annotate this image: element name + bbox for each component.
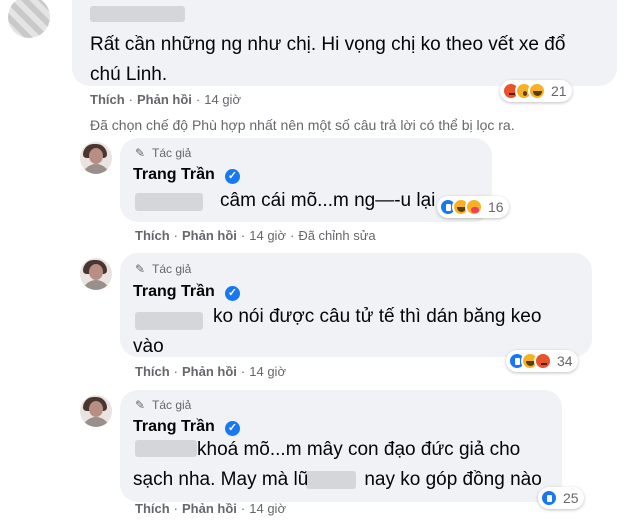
comment-actions: Thích · Phản hồi · 14 giờ xyxy=(135,501,286,516)
comment-text: câm cái mõ...m ng—-u lại xyxy=(220,190,436,211)
redacted-name xyxy=(135,193,203,211)
reply-link[interactable]: Phản hồi xyxy=(182,501,237,516)
comment-actions: Thích · Phản hồi · 14 giờ xyxy=(135,364,286,379)
comment-actions: Thích · Phản hồi · 14 giờ xyxy=(90,92,241,107)
reaction-summary[interactable]: 34 xyxy=(506,350,578,372)
haha-reaction-icon xyxy=(528,82,546,100)
verified-badge-icon: ✓ xyxy=(225,286,240,301)
author-tag-icon: ✎ xyxy=(135,146,146,160)
like-link[interactable]: Thích xyxy=(135,501,170,516)
author-tag: Tác giả xyxy=(152,146,192,160)
reaction-count: 34 xyxy=(557,353,573,369)
author-tag-icon: ✎ xyxy=(135,262,146,276)
reaction-summary[interactable]: 21 xyxy=(500,80,572,102)
comment-text: ko nói được câu tử tế thì dán băng keo v… xyxy=(133,306,542,357)
reaction-count: 16 xyxy=(488,199,504,215)
care-reaction-icon xyxy=(465,198,483,216)
redacted-name xyxy=(90,6,185,22)
author-name[interactable]: Trang Trần xyxy=(133,166,215,184)
reaction-summary[interactable]: 25 xyxy=(538,487,584,509)
timestamp[interactable]: 14 giờ xyxy=(204,92,241,107)
comment-text: khoá mõ...m mây con đạo đức giả cho sạch… xyxy=(133,439,542,490)
angry-reaction-icon xyxy=(534,352,552,370)
timestamp[interactable]: 14 giờ xyxy=(249,228,286,243)
verified-badge-icon: ✓ xyxy=(225,169,240,184)
like-link[interactable]: Thích xyxy=(135,364,170,379)
like-reaction-icon xyxy=(540,489,558,507)
reaction-count: 21 xyxy=(551,83,567,99)
reply-link[interactable]: Phản hồi xyxy=(182,364,237,379)
reply-link[interactable]: Phản hồi xyxy=(182,228,237,243)
comment-actions: Thích · Phản hồi · 14 giờ · Đã chỉnh sửa xyxy=(135,228,376,243)
reaction-summary[interactable]: 16 xyxy=(437,196,509,218)
comment-text: Rất cần những ng như chị. Hi vọng chị ko… xyxy=(90,34,566,85)
commenter-avatar[interactable] xyxy=(8,0,50,38)
author-tag: Tác giả xyxy=(152,398,192,412)
author-name[interactable]: Trang Trần xyxy=(133,418,215,436)
reaction-count: 25 xyxy=(563,490,579,506)
author-name[interactable]: Trang Trần xyxy=(133,283,215,301)
filter-note: Đã chọn chế độ Phù hợp nhất nên một số c… xyxy=(90,117,515,133)
author-tag: Tác giả xyxy=(152,262,192,276)
timestamp[interactable]: 14 giờ xyxy=(249,501,286,516)
timestamp[interactable]: 14 giờ xyxy=(249,364,286,379)
like-link[interactable]: Thích xyxy=(90,92,125,107)
author-avatar[interactable] xyxy=(80,395,112,427)
author-tag-icon: ✎ xyxy=(135,398,146,412)
author-avatar[interactable] xyxy=(80,142,112,174)
verified-badge-icon: ✓ xyxy=(225,421,240,436)
like-link[interactable]: Thích xyxy=(135,228,170,243)
reply-link[interactable]: Phản hồi xyxy=(137,92,192,107)
author-avatar[interactable] xyxy=(80,258,112,290)
edited-label[interactable]: Đã chỉnh sửa xyxy=(298,228,375,243)
